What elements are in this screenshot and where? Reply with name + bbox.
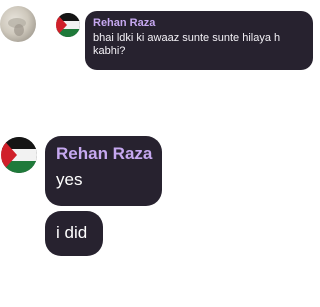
- reply-sender-name: Rehan Raza: [93, 17, 156, 29]
- replied-message-bubble[interactable]: Rehan Raza bhai ldki ki awaaz sunte sunt…: [85, 11, 313, 70]
- sender-avatar[interactable]: [1, 137, 37, 173]
- message-bubble[interactable]: Rehan Raza yes: [45, 136, 162, 206]
- reply-message-text: bhai ldki ki awaaz sunte sunte hilaya h …: [93, 32, 281, 57]
- message-text: yes: [56, 170, 83, 189]
- sender-name: Rehan Raza: [56, 144, 153, 163]
- flag-image: [1, 137, 37, 173]
- flag-image: [56, 13, 80, 37]
- message-text: i did: [56, 223, 88, 242]
- avatar-photo-detail: [14, 24, 24, 36]
- message-bubble[interactable]: i did: [45, 211, 103, 256]
- reply-sender-avatar[interactable]: [56, 13, 80, 37]
- current-user-avatar[interactable]: [0, 6, 36, 42]
